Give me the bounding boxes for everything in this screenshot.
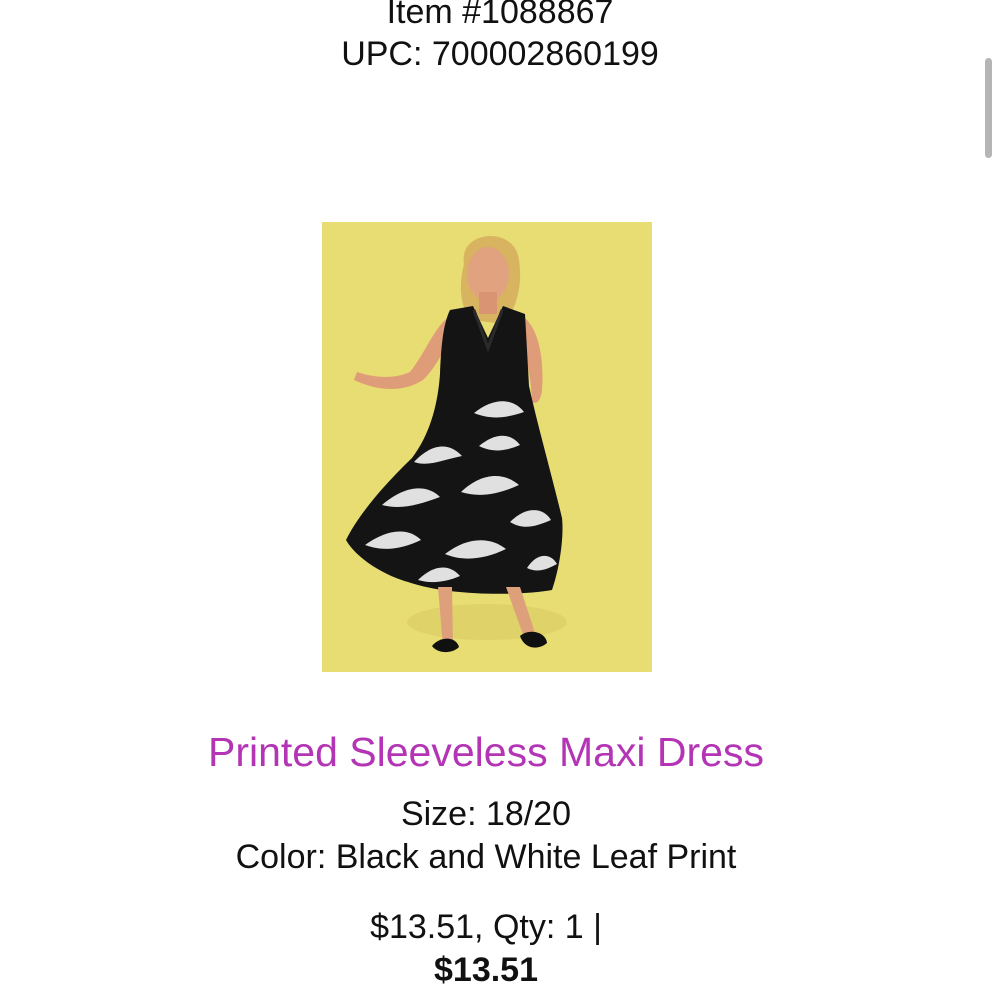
order-item-page: Item #1088867 UPC: 700002860199 Printed … — [0, 0, 1000, 1000]
upc-code: UPC: 700002860199 — [341, 35, 659, 73]
size-label: Size: 18/20 — [400, 795, 572, 833]
product-image[interactable] — [322, 222, 652, 672]
price-quantity: $13.51, Qty: 1 | — [370, 908, 602, 946]
vertical-scrollbar[interactable] — [985, 58, 992, 158]
product-photo-illustration — [322, 222, 652, 672]
color-label: Color: Black and White Leaf Print — [235, 838, 737, 876]
item-total: $13.51 — [434, 951, 538, 989]
item-number: Item #1088867 — [386, 0, 614, 31]
product-title[interactable]: Printed Sleeveless Maxi Dress — [0, 728, 972, 776]
